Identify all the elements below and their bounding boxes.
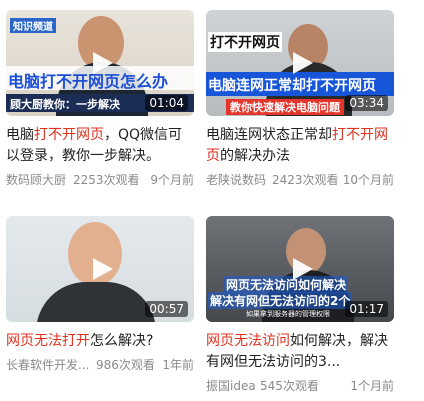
thumb-overlay-top: 知识频道 bbox=[10, 18, 56, 33]
title-text: 怎么解决? bbox=[90, 333, 154, 349]
video-title[interactable]: 电脑连网状态正常却打不开网页的解决办法 bbox=[206, 125, 394, 167]
video-time: 10个月前 bbox=[342, 173, 394, 187]
video-thumbnail[interactable]: 知识频道 电脑打不开网页怎么办 顾大厨教你：一步解决 01:04 bbox=[6, 10, 194, 116]
title-highlight: 网页无法访问 bbox=[206, 333, 290, 349]
video-card-4[interactable]: 网页无法访问如何解决 解决有网但无法访问的2个 如果拿到服务器的管理权限 01:… bbox=[206, 216, 394, 394]
video-card-2[interactable]: 打不开网页 电脑连网正常却打不开网页 教你快速解决电脑问题 03:34 电脑连网… bbox=[206, 10, 394, 188]
thumb-overlay-main: 电脑连网正常却打不开网页 bbox=[208, 78, 376, 94]
video-views: 2253次观看 bbox=[73, 173, 140, 187]
video-thumbnail[interactable]: 打不开网页 电脑连网正常却打不开网页 教你快速解决电脑问题 03:34 bbox=[206, 10, 394, 116]
play-icon bbox=[93, 258, 113, 280]
title-text: 电脑 bbox=[6, 127, 34, 143]
video-card-1[interactable]: 知识频道 电脑打不开网页怎么办 顾大厨教你：一步解决 01:04 电脑打不开网页… bbox=[6, 10, 194, 188]
video-duration: 01:17 bbox=[345, 301, 388, 317]
video-time: 1个月前 bbox=[350, 379, 394, 393]
video-views: 986次观看 bbox=[96, 358, 155, 372]
thumb-overlay-bottom: 顾大厨教你：一步解决 bbox=[10, 98, 120, 111]
thumb-overlay-top: 打不开网页 bbox=[208, 32, 282, 52]
thumb-overlay-small: 如果拿到服务器的管理权限 bbox=[246, 310, 330, 318]
title-highlight: 网页无法打开 bbox=[6, 333, 90, 349]
video-meta: 长春软件开发... 986次观看 1年前 bbox=[6, 357, 194, 373]
video-time: 1年前 bbox=[162, 358, 194, 372]
title-text: 电脑连网状态正常却 bbox=[206, 127, 332, 143]
thumb-overlay-line1: 网页无法访问如何解决 bbox=[224, 276, 349, 293]
video-source[interactable]: 振国idea bbox=[206, 378, 256, 394]
video-time: 9个月前 bbox=[150, 173, 194, 187]
video-duration: 00:57 bbox=[145, 301, 188, 317]
video-source[interactable]: 老陕说数码 bbox=[206, 172, 266, 188]
video-title[interactable]: 电脑打不开网页，QQ微信可以登录，教你一步解决。 bbox=[6, 125, 194, 167]
title-text: 的解决办法 bbox=[220, 148, 290, 164]
video-meta: 数码顾大厨 2253次观看 9个月前 bbox=[6, 172, 194, 188]
video-views: 2423次观看 bbox=[272, 173, 339, 187]
video-card-3[interactable]: 00:57 网页无法打开怎么解决? 长春软件开发... 986次观看 1年前 bbox=[6, 216, 194, 373]
video-thumbnail[interactable]: 00:57 bbox=[6, 216, 194, 322]
play-icon bbox=[293, 52, 313, 74]
video-source[interactable]: 数码顾大厨 bbox=[6, 172, 66, 188]
video-source[interactable]: 长春软件开发... bbox=[6, 357, 89, 373]
thumb-overlay-main: 电脑打不开网页怎么办 bbox=[8, 72, 169, 91]
thumb-overlay-line2: 解决有网但无法访问的2个 bbox=[208, 292, 353, 309]
video-duration: 03:34 bbox=[345, 95, 388, 111]
video-meta: 振国idea 545次观看 1个月前 bbox=[206, 378, 394, 394]
video-views: 545次观看 bbox=[260, 379, 319, 393]
video-title[interactable]: 网页无法访问如何解决，解决有网但无法访问的3... bbox=[206, 331, 394, 373]
title-highlight: 打不开网页 bbox=[34, 127, 104, 143]
play-icon bbox=[293, 258, 313, 280]
thumb-overlay-bottom: 教你快速解决电脑问题 bbox=[226, 99, 344, 115]
video-duration: 01:04 bbox=[145, 95, 188, 111]
video-meta: 老陕说数码 2423次观看 10个月前 bbox=[206, 172, 394, 188]
play-icon bbox=[93, 52, 113, 74]
video-thumbnail[interactable]: 网页无法访问如何解决 解决有网但无法访问的2个 如果拿到服务器的管理权限 01:… bbox=[206, 216, 394, 322]
